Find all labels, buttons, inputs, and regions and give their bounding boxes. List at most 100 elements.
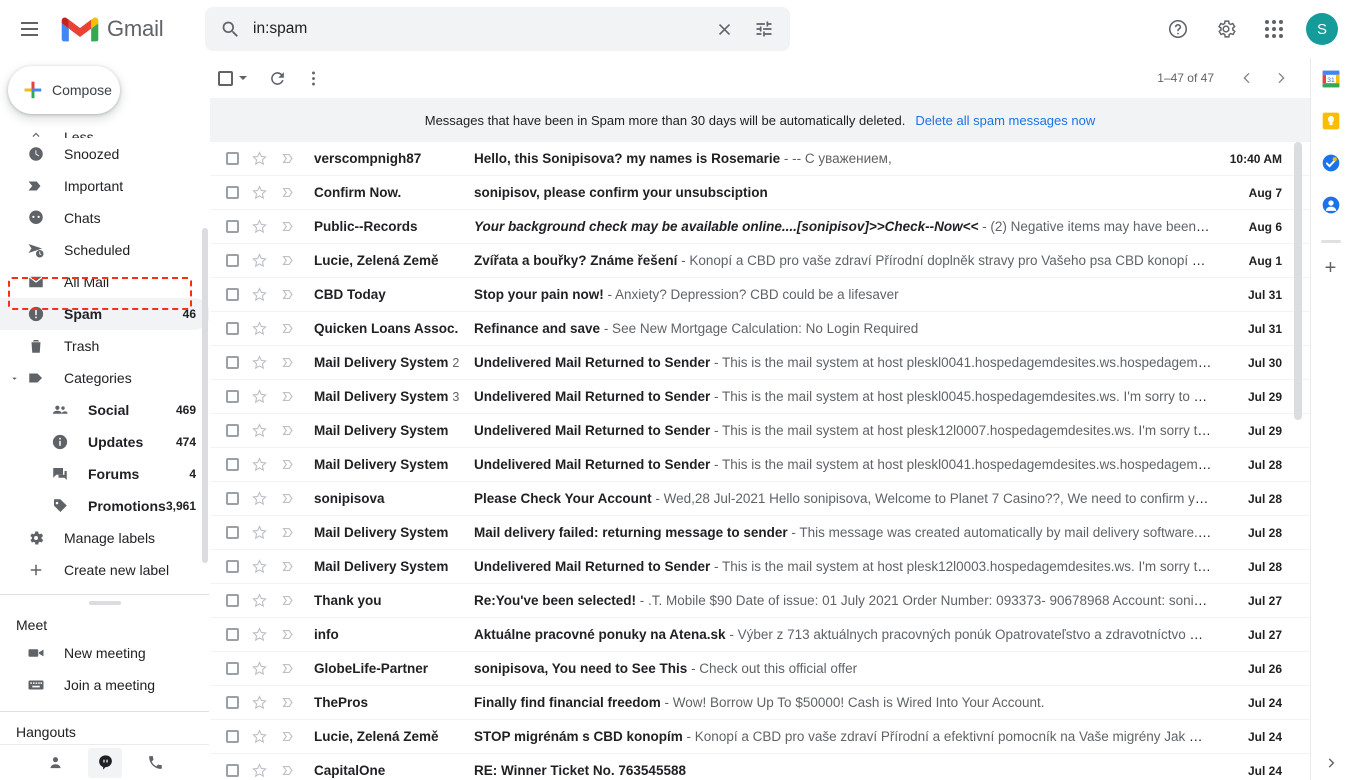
table-row[interactable]: Lucie, Zelená ZeměZvířata a bouřky? Znám… [210, 244, 1310, 278]
sidebar-item-social[interactable]: Social 469 [0, 394, 210, 426]
table-row[interactable]: Mail Delivery SystemMail delivery failed… [210, 516, 1310, 550]
sidebar-item-scheduled[interactable]: Scheduled [0, 234, 210, 266]
row-checkbox[interactable] [226, 560, 239, 573]
star-icon[interactable] [249, 422, 269, 439]
row-checkbox[interactable] [226, 696, 239, 709]
table-row[interactable]: CBD TodayStop your pain now! - Anxiety? … [210, 278, 1310, 312]
star-icon[interactable] [249, 626, 269, 643]
search-icon[interactable] [210, 9, 250, 49]
chevron-down-icon[interactable] [8, 372, 20, 384]
sidebar-item-promotions[interactable]: Promotions 3,961 [0, 490, 210, 522]
hangouts-icon[interactable] [88, 748, 122, 778]
important-marker-icon[interactable] [279, 626, 299, 643]
table-row[interactable]: GlobeLife-Partnersonipisova, You need to… [210, 652, 1310, 686]
sidebar-item-less[interactable]: Less [0, 120, 210, 138]
important-marker-icon[interactable] [279, 252, 299, 269]
row-checkbox[interactable] [226, 220, 239, 233]
add-side-panel-icon[interactable]: + [1325, 257, 1337, 280]
delete-all-spam-link[interactable]: Delete all spam messages now [915, 113, 1095, 128]
table-row[interactable]: Lucie, Zelená ZeměSTOP migrénám s CBD ko… [210, 720, 1310, 754]
contacts-icon[interactable] [38, 748, 72, 778]
chevron-down-icon[interactable] [239, 76, 247, 80]
row-checkbox[interactable] [226, 356, 239, 369]
sidebar-item-all-mail[interactable]: All Mail [0, 266, 210, 298]
row-checkbox[interactable] [226, 152, 239, 165]
sidebar-item-chats[interactable]: Chats [0, 202, 210, 234]
avatar[interactable]: S [1306, 13, 1338, 45]
row-checkbox[interactable] [226, 322, 239, 335]
search-input[interactable] [250, 9, 704, 49]
important-marker-icon[interactable] [279, 218, 299, 235]
row-checkbox[interactable] [226, 594, 239, 607]
table-row[interactable]: Confirm Now.sonipisov, please confirm yo… [210, 176, 1310, 210]
tasks-icon[interactable] [1320, 152, 1342, 174]
calendar-icon[interactable]: 31 [1320, 68, 1342, 90]
sidebar-item-trash[interactable]: Trash [0, 330, 210, 362]
sidebar-item-updates[interactable]: Updates 474 [0, 426, 210, 458]
table-row[interactable]: CapitalOneRE: Winner Ticket No. 76354558… [210, 754, 1310, 780]
star-icon[interactable] [249, 184, 269, 201]
contacts-icon[interactable] [1320, 194, 1342, 216]
important-marker-icon[interactable] [279, 728, 299, 745]
search-options-icon[interactable] [744, 9, 784, 49]
table-row[interactable]: TheProsFinally find financial freedom - … [210, 686, 1310, 720]
table-row[interactable]: Mail Delivery SystemUndelivered Mail Ret… [210, 414, 1310, 448]
select-all-checkbox[interactable] [218, 71, 247, 86]
search-bar[interactable] [205, 7, 790, 51]
important-marker-icon[interactable] [279, 320, 299, 337]
table-row[interactable]: verscompnigh87Hello, this Sonipisova? my… [210, 142, 1310, 176]
star-icon[interactable] [249, 354, 269, 371]
row-checkbox[interactable] [226, 628, 239, 641]
sidebar-item-create-new-label[interactable]: Create new label [0, 554, 210, 586]
next-page-button[interactable] [1266, 63, 1296, 93]
table-row[interactable]: Thank youRe:You've been selected! - .T. … [210, 584, 1310, 618]
prev-page-button[interactable] [1232, 63, 1262, 93]
important-marker-icon[interactable] [279, 456, 299, 473]
row-checkbox[interactable] [226, 526, 239, 539]
row-checkbox[interactable] [226, 288, 239, 301]
table-row[interactable]: sonipisovaPlease Check Your Account - We… [210, 482, 1310, 516]
sidebar-item-forums[interactable]: Forums 4 [0, 458, 210, 490]
star-icon[interactable] [249, 558, 269, 575]
important-marker-icon[interactable] [279, 150, 299, 167]
sidebar-item-spam[interactable]: Spam 46 [0, 298, 210, 330]
table-row[interactable]: Mail Delivery System3Undelivered Mail Re… [210, 380, 1310, 414]
row-checkbox[interactable] [226, 662, 239, 675]
important-marker-icon[interactable] [279, 490, 299, 507]
sidebar-scrollbar[interactable] [202, 228, 208, 563]
star-icon[interactable] [249, 728, 269, 745]
gear-icon[interactable] [1206, 9, 1246, 49]
row-checkbox[interactable] [226, 730, 239, 743]
important-marker-icon[interactable] [279, 354, 299, 371]
important-marker-icon[interactable] [279, 388, 299, 405]
phone-icon[interactable] [138, 748, 172, 778]
table-row[interactable]: Mail Delivery System2Undelivered Mail Re… [210, 346, 1310, 380]
star-icon[interactable] [249, 592, 269, 609]
star-icon[interactable] [249, 286, 269, 303]
sidebar-item-new-meeting[interactable]: New meeting [0, 637, 210, 669]
table-row[interactable]: infoAktuálne pracovné ponuky na Atena.sk… [210, 618, 1310, 652]
star-icon[interactable] [249, 762, 269, 779]
important-marker-icon[interactable] [279, 592, 299, 609]
sidebar-item-snoozed[interactable]: Snoozed [0, 138, 210, 170]
sidebar-item-manage-labels[interactable]: Manage labels [0, 522, 210, 554]
keep-icon[interactable] [1320, 110, 1342, 132]
important-marker-icon[interactable] [279, 524, 299, 541]
important-marker-icon[interactable] [279, 184, 299, 201]
row-checkbox[interactable] [226, 492, 239, 505]
table-row[interactable]: Mail Delivery SystemUndelivered Mail Ret… [210, 550, 1310, 584]
star-icon[interactable] [249, 218, 269, 235]
row-checkbox[interactable] [226, 186, 239, 199]
row-checkbox[interactable] [226, 390, 239, 403]
important-marker-icon[interactable] [279, 660, 299, 677]
more-vertical-icon[interactable] [295, 60, 331, 96]
star-icon[interactable] [249, 660, 269, 677]
star-icon[interactable] [249, 150, 269, 167]
refresh-icon[interactable] [259, 60, 295, 96]
important-marker-icon[interactable] [279, 286, 299, 303]
table-row[interactable]: Mail Delivery SystemUndelivered Mail Ret… [210, 448, 1310, 482]
compose-button[interactable]: Compose [8, 66, 120, 114]
important-marker-icon[interactable] [279, 762, 299, 779]
star-icon[interactable] [249, 524, 269, 541]
star-icon[interactable] [249, 252, 269, 269]
